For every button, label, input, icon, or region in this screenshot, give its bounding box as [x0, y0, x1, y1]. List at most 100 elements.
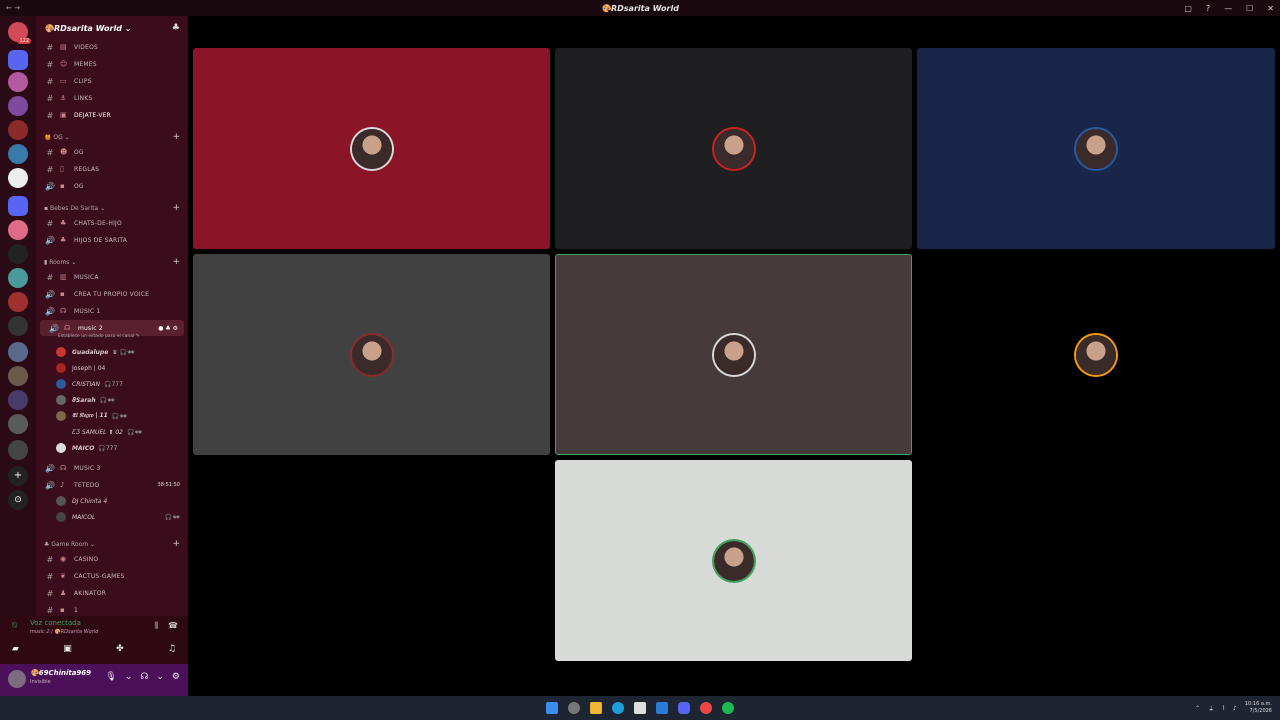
- voice-user[interactable]: ϑSarah 🎧🕶: [56, 393, 184, 407]
- channel-reglas[interactable]: # ▯ REGLAS: [36, 161, 188, 177]
- signal-icon[interactable]: ⍉: [12, 621, 17, 631]
- server-icon[interactable]: [8, 390, 28, 410]
- file-explorer-icon[interactable]: [590, 702, 602, 714]
- voice-user[interactable]: DJ Chinita 4: [56, 494, 184, 508]
- voice-user[interactable]: 𝔈𝔩 𝔑𝔢𝔤𝔯𝔬 | 11 🎧🕶: [56, 409, 184, 423]
- category-rooms[interactable]: ▮ Rooms ⌄ +: [36, 255, 188, 269]
- add-server-icon[interactable]: +: [8, 466, 28, 486]
- noise-suppression-icon[interactable]: ⫼: [154, 621, 158, 631]
- server-icon[interactable]: [8, 120, 28, 140]
- chevron-up-icon[interactable]: ⌃: [1195, 705, 1200, 712]
- soundboard-icon[interactable]: ♫: [168, 644, 176, 654]
- category-og[interactable]: 🍯 OG ⌄ +: [36, 130, 188, 144]
- channel-casino[interactable]: # ◉ CASINO: [36, 551, 188, 567]
- voice-channel-music-1[interactable]: 🔊 ☊ MUSIC 1: [36, 303, 188, 319]
- server-folder-icon[interactable]: [8, 50, 28, 70]
- clock[interactable]: 10:16 a.m. 7/5/2026: [1245, 701, 1272, 715]
- chevron-down-icon[interactable]: ⌄: [125, 672, 133, 682]
- server-icon[interactable]: [8, 268, 28, 288]
- screen-share-icon[interactable]: ▣: [63, 644, 72, 654]
- chrome-icon[interactable]: [700, 702, 712, 714]
- voice-channel-music-3[interactable]: 🔊 ☊ MUSIC 3: [36, 460, 188, 476]
- usb-icon[interactable]: ⏚: [1208, 704, 1214, 713]
- voice-channel-crea[interactable]: 🔊 ▪ CREA TU PROPIO VOICE: [36, 286, 188, 302]
- add-channel-icon[interactable]: +: [172, 539, 180, 549]
- channel-akinator[interactable]: # ♟ AKINATOR: [36, 585, 188, 601]
- microphone-icon[interactable]: 🎙: [105, 672, 116, 682]
- server-icon[interactable]: [8, 366, 28, 386]
- channel-actions[interactable]: ● ♣ ⚙: [158, 325, 178, 332]
- channel-og[interactable]: # ☻ OG: [36, 144, 188, 160]
- server-icon[interactable]: [8, 144, 28, 164]
- add-member-icon[interactable]: ♣: [172, 23, 180, 33]
- participant-tile[interactable]: [193, 48, 550, 249]
- disconnect-icon[interactable]: ☎: [168, 621, 178, 631]
- channel-links[interactable]: # ⚓ LINKS: [36, 90, 188, 106]
- server-icon[interactable]: [8, 316, 28, 336]
- minimize-button[interactable]: —: [1224, 4, 1232, 13]
- voice-user[interactable]: Guadalupe ♛ 🎧🕶: [56, 345, 184, 359]
- voice-user[interactable]: MAICOL 🎧🕶: [56, 510, 184, 524]
- channel-memes[interactable]: # ☺ MEMES: [36, 56, 188, 72]
- voice-channel-og[interactable]: 🔊 ▪ OG: [36, 178, 188, 194]
- close-button[interactable]: ✕: [1267, 4, 1274, 13]
- channel-musica[interactable]: # ▥ MUSICA: [36, 269, 188, 285]
- discord-icon[interactable]: [678, 702, 690, 714]
- participant-tile-speaking[interactable]: [555, 254, 912, 455]
- voice-user[interactable]: CRISTIAN 🎧777: [56, 377, 184, 391]
- server-icon[interactable]: [8, 440, 28, 460]
- participant-tile[interactable]: [917, 254, 1275, 455]
- server-icon[interactable]: [8, 168, 28, 188]
- server-icon[interactable]: [8, 96, 28, 116]
- guild-header[interactable]: 🎨RDsarita World ⌄ ♣: [36, 16, 188, 40]
- participant-tile[interactable]: [193, 254, 550, 455]
- participant-tile[interactable]: [555, 460, 912, 661]
- add-channel-icon[interactable]: +: [172, 257, 180, 267]
- voice-channel-hijos[interactable]: 🔊 ♣ HIJOS DE SARITA: [36, 232, 188, 248]
- chevron-down-icon[interactable]: ⌄: [156, 672, 164, 682]
- participant-tile[interactable]: [917, 48, 1275, 249]
- volume-icon[interactable]: ♪: [1233, 705, 1237, 712]
- help-icon[interactable]: ?: [1206, 4, 1210, 13]
- server-icon[interactable]: [8, 72, 28, 92]
- voice-user[interactable]: Joseph | 04: [56, 361, 184, 375]
- server-icon[interactable]: [8, 414, 28, 434]
- voice-channel-link[interactable]: music 2 / 🎨RDsarita World: [30, 629, 98, 635]
- channel-status[interactable]: Establece un estado para el canal ✎: [58, 334, 139, 339]
- channel-videos[interactable]: # ▤ VIDEOS: [36, 39, 188, 55]
- search-icon[interactable]: [568, 702, 580, 714]
- inbox-icon[interactable]: ▢: [1184, 4, 1192, 13]
- network-icon[interactable]: ⌇: [1222, 705, 1225, 712]
- channel-cactus-games[interactable]: # ❦ CACTUS-GAMES: [36, 568, 188, 584]
- channel-clips[interactable]: # ▭ CLIPS: [36, 73, 188, 89]
- channel-1[interactable]: # ▪ 1: [36, 602, 188, 616]
- avatar[interactable]: [8, 670, 26, 688]
- server-folder-icon[interactable]: [8, 196, 28, 216]
- headphones-icon[interactable]: ☊: [140, 672, 148, 682]
- spotify-icon[interactable]: [722, 702, 734, 714]
- server-icon[interactable]: [8, 292, 28, 312]
- voice-user[interactable]: ƸƷ SAMUEL ⬆ 02 🎧🕶: [56, 425, 184, 439]
- edge-icon[interactable]: [612, 702, 624, 714]
- add-channel-icon[interactable]: +: [172, 203, 180, 213]
- discover-icon[interactable]: ⊙: [8, 490, 28, 510]
- voice-user[interactable]: MAICO 🎧777: [56, 441, 184, 455]
- camera-off-icon[interactable]: ▰: [12, 644, 19, 654]
- participant-tile[interactable]: [555, 48, 912, 249]
- activities-icon[interactable]: ✤: [116, 644, 124, 654]
- voice-channel-tetedo[interactable]: 🔊 ♪ TETEDO 38:51:50: [36, 477, 188, 493]
- username[interactable]: 🎨69Chinita969: [30, 669, 91, 677]
- maximize-button[interactable]: ☐: [1246, 4, 1253, 13]
- category-bebes[interactable]: ▪ Bebes De Sarita ⌄ +: [36, 201, 188, 215]
- home-icon[interactable]: 122: [8, 22, 31, 44]
- channel-dejate-ver[interactable]: # ▣ DEJATE-VER: [36, 107, 188, 123]
- category-game-room[interactable]: ♣ Game Room ⌄ +: [36, 537, 188, 551]
- start-icon[interactable]: [546, 702, 558, 714]
- server-icon[interactable]: [8, 244, 28, 264]
- server-icon[interactable]: [8, 220, 28, 240]
- add-channel-icon[interactable]: +: [172, 132, 180, 142]
- channel-chats-de-hijo[interactable]: # ♣ CHATS-DE-HIJO: [36, 215, 188, 231]
- settings-icon[interactable]: ⚙: [172, 672, 180, 682]
- mail-icon[interactable]: [656, 702, 668, 714]
- server-icon[interactable]: [8, 342, 28, 362]
